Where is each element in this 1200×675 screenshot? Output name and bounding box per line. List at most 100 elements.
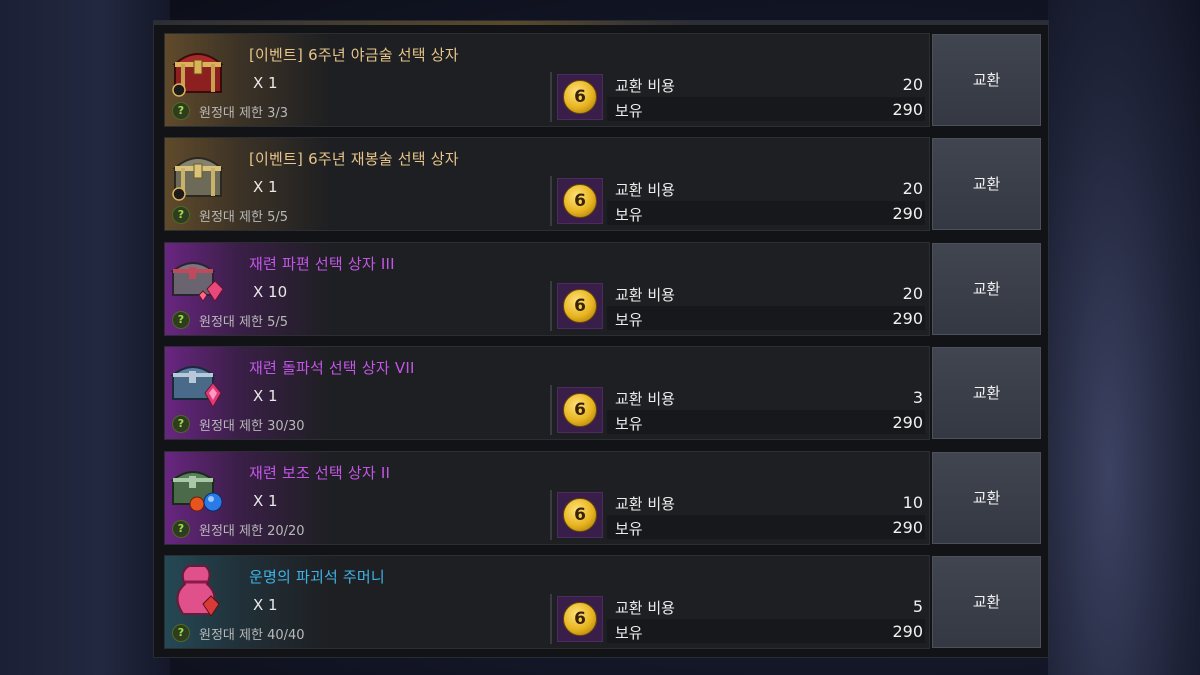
background-left	[0, 0, 170, 675]
roster-limit: 원정대 제한 3/3	[199, 106, 288, 121]
roster-limit: 원정대 제한 5/5	[199, 210, 288, 225]
owned-line: 보유 290	[607, 201, 925, 225]
cost-label: 교환 비용	[615, 599, 675, 617]
owned-label: 보유	[615, 415, 643, 433]
cost-value: 5	[912, 597, 923, 616]
coin-glyph: 6	[563, 602, 597, 636]
help-question-icon[interactable]: ?	[172, 311, 190, 329]
cost-line: 교환 비용 3	[607, 385, 925, 409]
owned-label: 보유	[615, 311, 643, 329]
divider	[550, 490, 552, 540]
exchange-button[interactable]: 교환	[932, 452, 1041, 544]
item-name: 운명의 파괴석 주머니	[249, 568, 385, 586]
item-quantity: X 10	[253, 283, 288, 301]
owned-line: 보유 290	[607, 515, 925, 539]
background-right	[1048, 0, 1200, 675]
item-name: 재련 파편 선택 상자 III	[249, 255, 395, 273]
help-question-icon[interactable]: ?	[172, 102, 190, 120]
cost-line: 교환 비용 20	[607, 281, 925, 305]
exchange-button-label: 교환	[972, 489, 1001, 507]
anniversary-6-coin-icon: 6	[557, 74, 603, 120]
roster-limit: 원정대 제한 30/30	[199, 419, 305, 434]
owned-value: 290	[892, 622, 923, 641]
item-name: [이벤트] 6주년 재봉술 선택 상자	[249, 150, 459, 168]
item-quantity: X 1	[253, 74, 278, 92]
anniversary-6-coin-icon: 6	[557, 596, 603, 642]
divider	[550, 72, 552, 122]
item-quantity: X 1	[253, 492, 278, 510]
pink-pouch-icon	[176, 565, 220, 617]
owned-value: 290	[892, 100, 923, 119]
owned-value: 290	[892, 413, 923, 432]
cost-line: 교환 비용 20	[607, 176, 925, 200]
item-name: [이벤트] 6주년 야금술 선택 상자	[249, 46, 459, 64]
cost-value: 20	[902, 284, 923, 303]
exchange-button[interactable]: 교환	[932, 34, 1041, 126]
help-question-icon[interactable]: ?	[172, 415, 190, 433]
item-quantity: X 1	[253, 387, 278, 405]
item-name: 재련 보조 선택 상자 II	[249, 464, 391, 482]
blue-gem-chest-icon	[170, 366, 222, 409]
anniversary-6-coin-icon: 6	[557, 178, 603, 224]
owned-value: 290	[892, 204, 923, 223]
cost-value: 20	[902, 179, 923, 198]
exchange-panel: [이벤트] 6주년 야금술 선택 상자 X 1 ? 원정대 제한 3/3 6 교…	[153, 20, 1049, 658]
cost-label: 교환 비용	[615, 181, 675, 199]
anniversary-6-coin-icon: 6	[557, 387, 603, 433]
cost-value: 3	[912, 388, 923, 407]
item-name: 재련 돌파석 선택 상자 VII	[249, 359, 415, 377]
cost-line: 교환 비용 10	[607, 490, 925, 514]
divider	[550, 281, 552, 331]
silver-treasure-chest-icon	[172, 157, 224, 201]
owned-label: 보유	[615, 624, 643, 642]
item-quantity: X 1	[253, 178, 278, 196]
exchange-button-label: 교환	[972, 384, 1001, 402]
exchange-row: [이벤트] 6주년 재봉술 선택 상자 X 1 ? 원정대 제한 5/5 6 교…	[164, 137, 930, 231]
exchange-button-label: 교환	[972, 280, 1001, 298]
coin-glyph: 6	[563, 80, 597, 114]
divider	[550, 385, 552, 435]
coin-glyph: 6	[563, 289, 597, 323]
cost-label: 교환 비용	[615, 77, 675, 95]
roster-limit: 원정대 제한 5/5	[199, 315, 288, 330]
help-question-icon[interactable]: ?	[172, 206, 190, 224]
owned-label: 보유	[615, 520, 643, 538]
owned-line: 보유 290	[607, 410, 925, 434]
exchange-row: 재련 보조 선택 상자 II X 1 ? 원정대 제한 20/20 6 교환 비…	[164, 451, 930, 545]
owned-value: 290	[892, 309, 923, 328]
exchange-button[interactable]: 교환	[932, 556, 1041, 648]
exchange-row: [이벤트] 6주년 야금술 선택 상자 X 1 ? 원정대 제한 3/3 6 교…	[164, 33, 930, 127]
help-question-icon[interactable]: ?	[172, 520, 190, 538]
cost-line: 교환 비용 20	[607, 72, 925, 96]
cost-label: 교환 비용	[615, 286, 675, 304]
owned-line: 보유 290	[607, 619, 925, 643]
cost-label: 교환 비용	[615, 495, 675, 513]
owned-value: 290	[892, 518, 923, 537]
divider	[550, 176, 552, 226]
coin-glyph: 6	[563, 393, 597, 427]
cost-label: 교환 비용	[615, 390, 675, 408]
panel-top-border	[154, 21, 1048, 25]
exchange-button[interactable]: 교환	[932, 347, 1041, 439]
owned-line: 보유 290	[607, 97, 925, 121]
exchange-button-label: 교환	[972, 175, 1001, 193]
exchange-button[interactable]: 교환	[932, 243, 1041, 335]
coin-glyph: 6	[563, 498, 597, 532]
coin-glyph: 6	[563, 184, 597, 218]
exchange-button-label: 교환	[972, 71, 1001, 89]
exchange-row: 재련 파편 선택 상자 III X 10 ? 원정대 제한 5/5 6 교환 비…	[164, 242, 930, 336]
cost-value: 20	[902, 75, 923, 94]
owned-label: 보유	[615, 102, 643, 120]
exchange-button[interactable]: 교환	[932, 138, 1041, 230]
red-gem-chest-icon	[170, 262, 224, 302]
cost-line: 교환 비용 5	[607, 594, 925, 618]
exchange-row: 재련 돌파석 선택 상자 VII X 1 ? 원정대 제한 30/30 6 교환…	[164, 346, 930, 440]
item-quantity: X 1	[253, 596, 278, 614]
roster-limit: 원정대 제한 40/40	[199, 628, 305, 643]
owned-line: 보유 290	[607, 306, 925, 330]
help-question-icon[interactable]: ?	[172, 624, 190, 642]
exchange-button-label: 교환	[972, 593, 1001, 611]
anniversary-6-coin-icon: 6	[557, 492, 603, 538]
cost-value: 10	[902, 493, 923, 512]
exchange-row: 운명의 파괴석 주머니 X 1 ? 원정대 제한 40/40 6 교환 비용 5…	[164, 555, 930, 649]
